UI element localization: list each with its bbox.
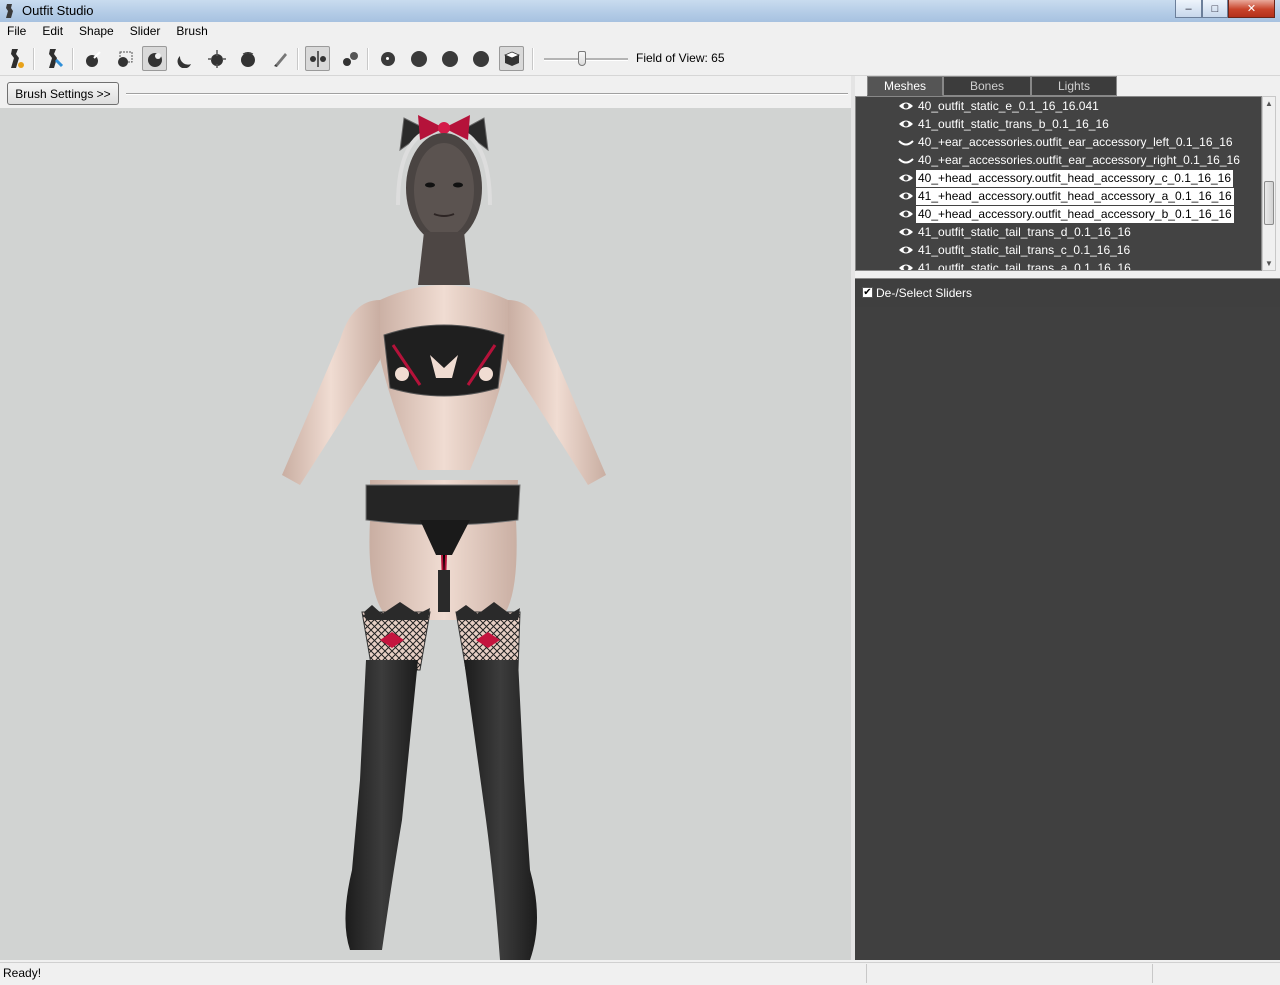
eye-icon[interactable]	[898, 262, 914, 271]
eye-icon[interactable]	[898, 100, 914, 112]
field-of-view-slider[interactable]	[544, 50, 628, 68]
menu-file[interactable]: File	[0, 22, 34, 41]
status-divider	[866, 964, 867, 983]
mesh-name: 41_outfit_static_trans_b_0.1_16_16	[918, 116, 1109, 131]
eye-icon[interactable]	[898, 244, 914, 256]
mesh-name: 41_outfit_static_tail_trans_c_0.1_16_16	[918, 242, 1131, 257]
character-model	[282, 115, 606, 960]
eye-icon[interactable]	[898, 190, 914, 202]
scroll-up-icon[interactable]: ▲	[1263, 97, 1275, 110]
brush-settings-divider	[126, 93, 848, 95]
mesh-row[interactable]: 40_+head_accessory.outfit_head_accessory…	[898, 205, 1234, 223]
deflate-brush-icon[interactable]	[173, 46, 198, 71]
scroll-down-icon[interactable]: ▼	[1263, 257, 1275, 270]
status-text: Ready!	[3, 966, 42, 980]
menu-brush[interactable]: Brush	[168, 22, 215, 41]
menu-edit[interactable]: Edit	[34, 22, 71, 41]
3d-viewport[interactable]	[0, 108, 851, 960]
tab-lights[interactable]: Lights	[1031, 76, 1117, 96]
weight-brush-icon[interactable]	[268, 46, 293, 71]
mesh-row[interactable]: 41_outfit_static_tail_trans_c_0.1_16_16	[898, 241, 1132, 259]
mesh-list-scrollbar[interactable]: ▲ ▼	[1262, 96, 1276, 271]
field-of-view-label: Field of View: 65	[636, 51, 725, 65]
menu-slider[interactable]: Slider	[122, 22, 169, 41]
smooth-brush-icon[interactable]	[235, 46, 260, 71]
eye-icon[interactable]	[898, 172, 914, 184]
mesh-name: 40_+ear_accessories.outfit_ear_accessory…	[918, 134, 1233, 149]
transform-tool-icon[interactable]	[42, 46, 67, 71]
tab-meshes[interactable]: Meshes	[867, 76, 943, 96]
status-divider	[1152, 964, 1153, 983]
move-brush-icon[interactable]	[204, 46, 229, 71]
eye-icon[interactable]	[898, 208, 914, 220]
panel-tabs: Meshes Bones Lights	[855, 76, 1280, 96]
brush-settings-bar	[0, 76, 851, 108]
select-box-icon[interactable]	[112, 46, 137, 71]
mesh-row[interactable]: 40_+head_accessory.outfit_head_accessory…	[898, 169, 1234, 187]
status-bar	[0, 962, 1280, 985]
mirror-x-icon[interactable]	[305, 46, 330, 71]
field-of-view-slider-thumb[interactable]	[578, 51, 586, 66]
eye-icon[interactable]	[898, 226, 914, 238]
mesh-name: 41_outfit_static_tail_trans_a_0.1_16_16	[918, 260, 1131, 271]
brush-settings-button[interactable]: Brush Settings >>	[7, 82, 119, 105]
mesh-row[interactable]: 41_+head_accessory.outfit_head_accessory…	[898, 187, 1234, 205]
mesh-name: 40_outfit_static_e_0.1_16_16.041	[918, 98, 1099, 113]
mesh-row[interactable]: 41_outfit_static_tail_trans_d_0.1_16_16	[898, 223, 1133, 241]
menu-shape[interactable]: Shape	[71, 22, 122, 41]
mesh-row[interactable]: 40_+ear_accessories.outfit_ear_accessory…	[898, 151, 1242, 169]
inflate-brush-icon[interactable]	[142, 46, 167, 71]
brush-falloff-icon[interactable]	[468, 46, 493, 71]
deselect-sliders-label[interactable]: De-/Select Sliders	[876, 286, 972, 300]
mask-brush-icon[interactable]	[80, 46, 105, 71]
deselect-sliders-checkbox[interactable]: ✔	[862, 287, 873, 298]
brush-size-medium-icon[interactable]	[406, 46, 431, 71]
mesh-row[interactable]: 41_outfit_static_trans_b_0.1_16_16	[898, 115, 1111, 133]
eye-closed-icon[interactable]	[898, 154, 914, 166]
maximize-button[interactable]: □	[1202, 0, 1228, 18]
render-mode-icon[interactable]	[499, 46, 524, 71]
mesh-list[interactable]: 40_outfit_static_e_0.1_16_16.041 41_outf…	[855, 96, 1262, 271]
app-icon	[6, 4, 13, 18]
select-tool-icon[interactable]	[4, 46, 29, 71]
brush-strength-icon[interactable]	[437, 46, 462, 71]
mesh-name: 40_+head_accessory.outfit_head_accessory…	[916, 169, 1234, 187]
brush-size-small-icon[interactable]	[375, 46, 400, 71]
window-title: Outfit Studio	[22, 3, 94, 18]
mesh-name: 41_+head_accessory.outfit_head_accessory…	[916, 187, 1234, 205]
mesh-row[interactable]: 40_+ear_accessories.outfit_ear_accessory…	[898, 133, 1235, 151]
slider-list[interactable]	[855, 307, 1280, 960]
scrollbar-thumb[interactable]	[1264, 181, 1274, 225]
eye-closed-icon[interactable]	[898, 136, 914, 148]
close-button[interactable]: ✕	[1228, 0, 1275, 18]
mesh-row[interactable]: 41_outfit_static_tail_trans_a_0.1_16_16	[898, 259, 1133, 271]
mesh-row[interactable]: 40_outfit_static_e_0.1_16_16.041	[898, 97, 1101, 115]
connected-only-icon[interactable]	[337, 46, 362, 71]
tab-bones[interactable]: Bones	[943, 76, 1031, 96]
eye-icon[interactable]	[898, 118, 914, 130]
menu-bar: File Edit Shape Slider Brush	[0, 22, 1280, 41]
mesh-name: 40_+head_accessory.outfit_head_accessory…	[916, 205, 1234, 223]
title-bar: Outfit Studio – □ ✕	[0, 0, 1280, 22]
mesh-name: 40_+ear_accessories.outfit_ear_accessory…	[918, 152, 1240, 167]
minimize-button[interactable]: –	[1175, 0, 1202, 18]
mesh-name: 41_outfit_static_tail_trans_d_0.1_16_16	[918, 224, 1131, 239]
